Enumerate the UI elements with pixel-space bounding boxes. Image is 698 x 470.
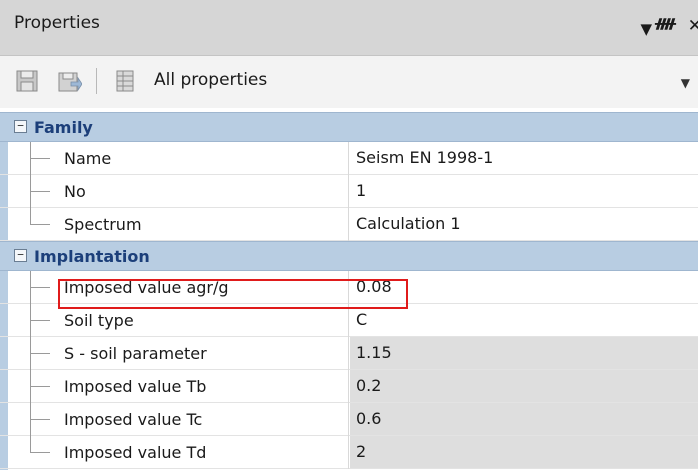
- tree-connector: [30, 175, 52, 208]
- column-divider: [348, 271, 349, 304]
- column-divider: [348, 175, 349, 208]
- property-row-tb[interactable]: Imposed value Tb 0.2: [0, 370, 698, 403]
- panel-menu-dropdown-icon[interactable]: ▼: [640, 20, 652, 38]
- column-divider: [348, 403, 349, 436]
- property-value[interactable]: 1: [350, 175, 698, 207]
- property-row-tc[interactable]: Imposed value Tc 0.6: [0, 403, 698, 436]
- tree-connector: [30, 208, 52, 241]
- property-name: Imposed value Td: [64, 443, 207, 462]
- collapse-icon[interactable]: −: [14, 249, 27, 262]
- save-as-icon[interactable]: [56, 68, 83, 94]
- pin-icon[interactable]: ᚎ: [655, 16, 676, 32]
- property-value: 1.15: [350, 337, 698, 369]
- column-divider: [348, 208, 349, 241]
- collapse-icon[interactable]: −: [14, 120, 27, 133]
- property-value[interactable]: C: [350, 304, 698, 336]
- save-icon[interactable]: [14, 68, 40, 94]
- property-value: 2: [350, 436, 698, 468]
- category-label: Implantation: [34, 247, 150, 266]
- category-label: Family: [34, 118, 93, 137]
- tree-connector: [30, 403, 52, 436]
- properties-toolbar: All properties ▼: [0, 56, 698, 108]
- panel-titlebar: Properties ▼ ᚎ ✕: [0, 0, 698, 56]
- column-divider: [348, 436, 349, 469]
- property-row-soil-parameter[interactable]: S - soil parameter 1.15: [0, 337, 698, 370]
- tree-connector: [30, 304, 52, 337]
- table-properties-icon[interactable]: [112, 68, 138, 94]
- property-value: 0.2: [350, 370, 698, 402]
- tree-connector: [30, 436, 52, 469]
- property-row-soil-type[interactable]: Soil type C: [0, 304, 698, 337]
- property-filter-select[interactable]: All properties: [154, 70, 267, 90]
- property-value[interactable]: Calculation 1: [350, 208, 698, 240]
- close-icon[interactable]: ✕: [688, 16, 698, 36]
- category-implantation[interactable]: − Implantation: [0, 241, 698, 271]
- property-value: 0.6: [350, 403, 698, 435]
- property-value[interactable]: 0.08: [350, 271, 698, 303]
- property-name: Imposed value Tc: [64, 410, 203, 429]
- property-name: Soil type: [64, 311, 134, 330]
- property-name: Name: [64, 149, 112, 168]
- column-divider: [348, 337, 349, 370]
- tree-connector: [30, 271, 52, 304]
- panel-title: Properties: [14, 13, 100, 33]
- property-name: Imposed value agr/g: [64, 278, 229, 297]
- tree-connector: [30, 370, 52, 403]
- property-row-no[interactable]: No 1: [0, 175, 698, 208]
- tree-connector: [30, 337, 52, 370]
- chevron-down-icon[interactable]: ▼: [681, 76, 690, 90]
- properties-panel: Properties ▼ ᚎ ✕ All properties ▼ − Fami…: [0, 0, 698, 470]
- property-name: S - soil parameter: [64, 344, 207, 363]
- column-divider: [348, 370, 349, 403]
- category-family[interactable]: − Family: [0, 112, 698, 142]
- property-value[interactable]: Seism EN 1998-1: [350, 142, 698, 174]
- property-row-name[interactable]: Name Seism EN 1998-1: [0, 142, 698, 175]
- tree-connector: [30, 142, 52, 175]
- property-row-spectrum[interactable]: Spectrum Calculation 1: [0, 208, 698, 241]
- property-name: Spectrum: [64, 215, 142, 234]
- column-divider: [348, 304, 349, 337]
- property-name: No: [64, 182, 86, 201]
- toolbar-separator: [96, 68, 97, 94]
- property-row-td[interactable]: Imposed value Td 2: [0, 436, 698, 469]
- property-row-agr[interactable]: Imposed value agr/g 0.08: [0, 271, 698, 304]
- property-name: Imposed value Tb: [64, 377, 207, 396]
- property-grid: − Family Name Seism EN 1998-1 No 1 Spect…: [0, 112, 698, 469]
- column-divider: [348, 142, 349, 175]
